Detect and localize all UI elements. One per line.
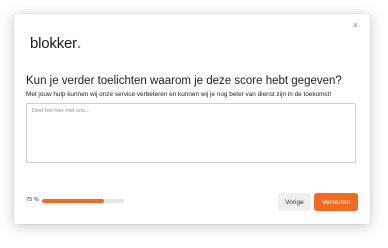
survey-modal: × blokker. Kun je verder toelichten waar…: [14, 14, 370, 224]
brand-logo-dot: .: [76, 35, 81, 52]
survey-question: Kun je verder toelichten waarom je deze …: [26, 75, 342, 87]
progress-label: 75 %: [26, 197, 39, 203]
brand-logo: blokker.: [30, 36, 81, 51]
brand-logo-text: blokker: [30, 35, 77, 52]
survey-subtitle: Met jouw hulp kunnen wij onze service ve…: [26, 91, 332, 98]
close-icon[interactable]: ×: [353, 21, 358, 30]
submit-button[interactable]: Versturen: [314, 193, 358, 211]
progress-bar-fill: [42, 199, 104, 203]
progress-bar: [42, 199, 124, 203]
feedback-textarea[interactable]: [26, 103, 356, 163]
previous-button[interactable]: Vorige: [278, 193, 311, 211]
